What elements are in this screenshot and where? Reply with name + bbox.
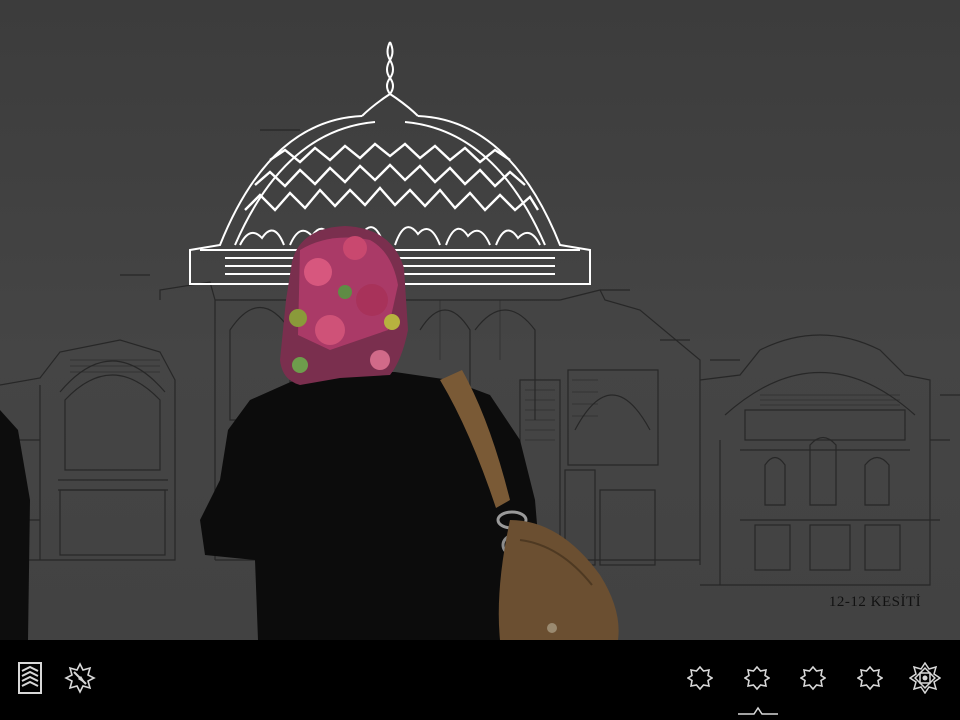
view-button-1[interactable] (680, 658, 720, 698)
app-window: 12-12 KESİTİ (0, 0, 960, 720)
ornament-button[interactable] (905, 658, 945, 698)
visitor-silhouette (0, 226, 619, 640)
bottom-toolbar (0, 640, 960, 720)
view-button-4[interactable] (850, 658, 890, 698)
ornament-icon (909, 662, 941, 694)
image-stage: 12-12 KESİTİ (0, 0, 960, 640)
compass-button[interactable] (60, 658, 100, 698)
star-octagon-icon-3 (800, 665, 826, 691)
layers-button[interactable] (10, 658, 50, 698)
compass-icon (64, 662, 96, 694)
view-button-2[interactable] (737, 658, 777, 698)
active-view-indicator (738, 706, 778, 715)
view-button-3[interactable] (793, 658, 833, 698)
star-octagon-icon-4 (857, 665, 883, 691)
star-octagon-icon-1 (687, 665, 713, 691)
architectural-drawing (0, 41, 960, 640)
star-octagon-icon-2 (744, 665, 770, 691)
layers-icon (18, 662, 42, 694)
drawing-caption: 12-12 KESİTİ (828, 594, 922, 610)
